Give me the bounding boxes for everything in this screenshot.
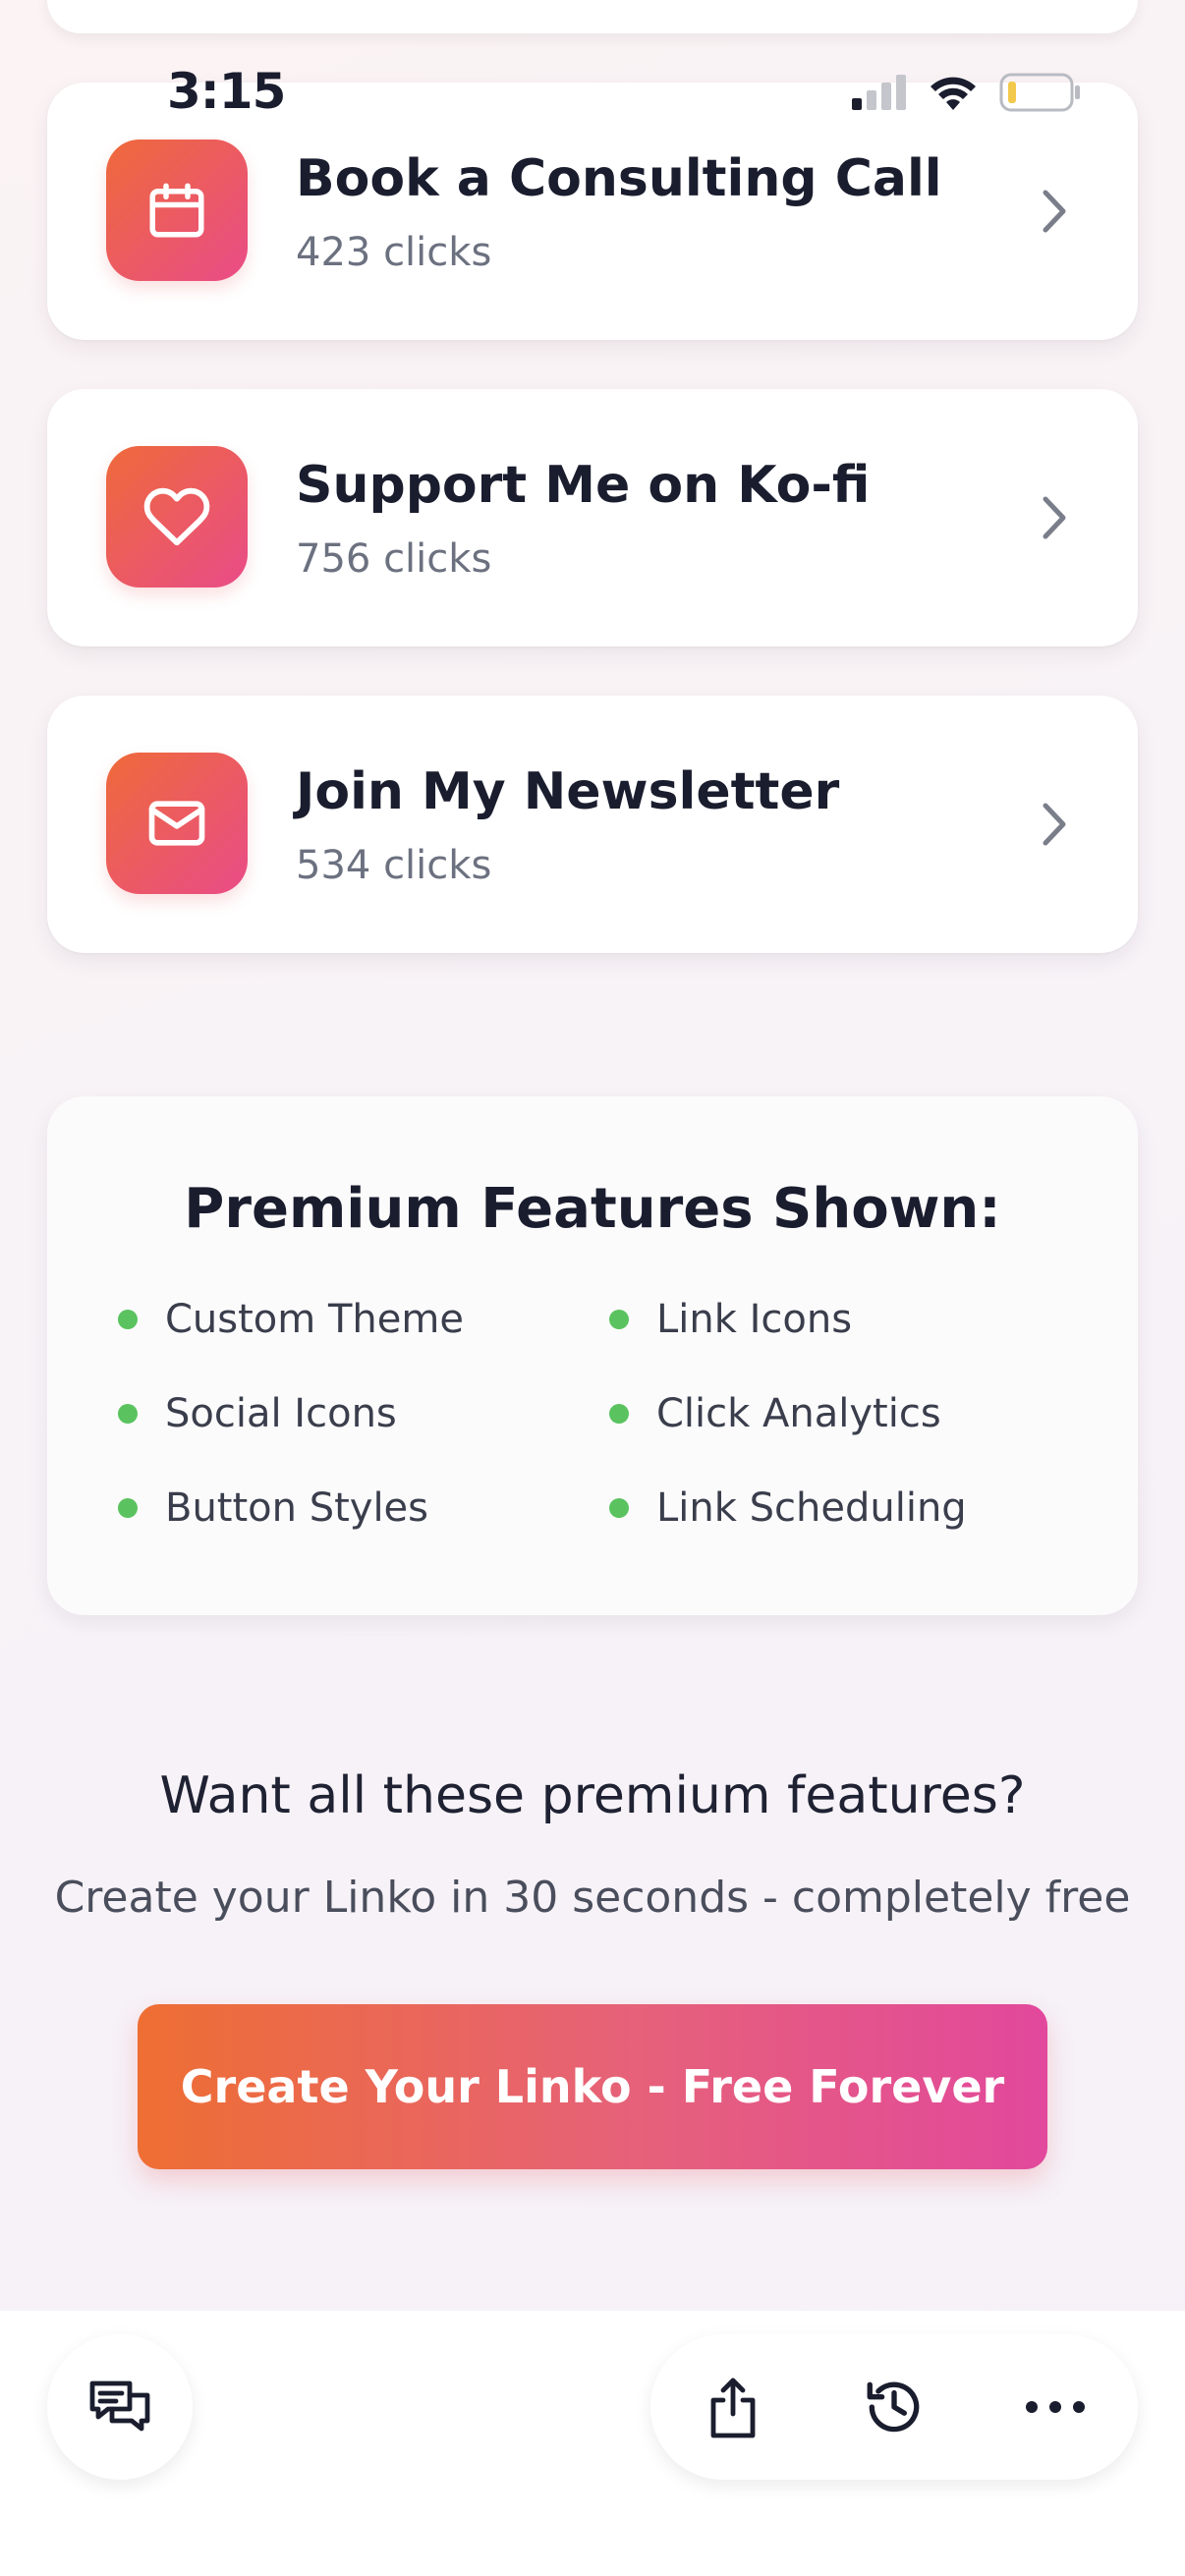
signal-icon — [852, 75, 906, 110]
more-button[interactable] — [996, 2334, 1114, 2480]
mail-icon — [106, 753, 248, 894]
link-title: Join My Newsletter — [296, 762, 840, 821]
link-clicks: 534 clicks — [296, 843, 492, 888]
feature-dot — [118, 1498, 138, 1518]
heart-icon — [106, 446, 248, 588]
feature-label: Custom Theme — [165, 1297, 464, 1342]
link-card-newsletter[interactable]: Join My Newsletter 534 clicks — [47, 696, 1138, 953]
chevron-right-icon — [1043, 190, 1066, 233]
chevron-right-icon — [1043, 496, 1066, 539]
feature-dot — [609, 1310, 629, 1329]
feature-dot — [609, 1498, 629, 1518]
link-card-consulting[interactable]: Book a Consulting Call 423 clicks — [47, 83, 1138, 340]
link-card-kofi[interactable]: Support Me on Ko-fi 756 clicks — [47, 389, 1138, 646]
more-icon — [1026, 2401, 1085, 2413]
chat-button[interactable] — [47, 2334, 193, 2480]
status-icons — [852, 73, 1082, 112]
chat-icon — [89, 2380, 150, 2432]
create-linko-button[interactable]: Create Your Linko - Free Forever — [138, 2004, 1047, 2169]
history-icon — [867, 2381, 920, 2433]
feature-dot — [118, 1310, 138, 1329]
share-button[interactable] — [674, 2334, 792, 2480]
link-clicks: 756 clicks — [296, 536, 492, 582]
chevron-right-icon — [1043, 803, 1066, 846]
calendar-icon — [106, 140, 248, 281]
feature-label: Click Analytics — [656, 1391, 941, 1436]
previous-link-card[interactable] — [47, 0, 1138, 33]
feature-dot — [609, 1404, 629, 1424]
link-title: Support Me on Ko-fi — [296, 456, 871, 515]
feature-item: Link Scheduling — [609, 1485, 967, 1531]
feature-dot — [118, 1404, 138, 1424]
feature-item: Click Analytics — [609, 1391, 941, 1436]
feature-item: Link Icons — [609, 1297, 852, 1342]
toolbar-actions — [650, 2334, 1138, 2480]
feature-label: Social Icons — [165, 1391, 397, 1436]
share-icon — [710, 2378, 756, 2438]
battery-icon — [999, 73, 1080, 112]
wifi-icon — [931, 77, 976, 110]
feature-item: Social Icons — [118, 1391, 397, 1436]
cta-heading: Want all these premium features? — [159, 1766, 1026, 1825]
feature-label: Button Styles — [165, 1485, 429, 1531]
link-clicks: 423 clicks — [296, 230, 492, 275]
history-button[interactable] — [835, 2334, 953, 2480]
status-time: 3:15 — [167, 63, 286, 120]
feature-label: Link Icons — [656, 1297, 853, 1342]
feature-item: Custom Theme — [118, 1297, 464, 1342]
feature-label: Link Scheduling — [656, 1485, 967, 1531]
premium-features-card: Premium Features Shown: Custom Theme Lin… — [47, 1096, 1138, 1615]
premium-title: Premium Features Shown: — [184, 1177, 1001, 1241]
feature-item: Button Styles — [118, 1485, 428, 1531]
link-title: Book a Consulting Call — [296, 149, 942, 208]
cta-subheading: Create your Linko in 30 seconds - comple… — [54, 1873, 1131, 1923]
